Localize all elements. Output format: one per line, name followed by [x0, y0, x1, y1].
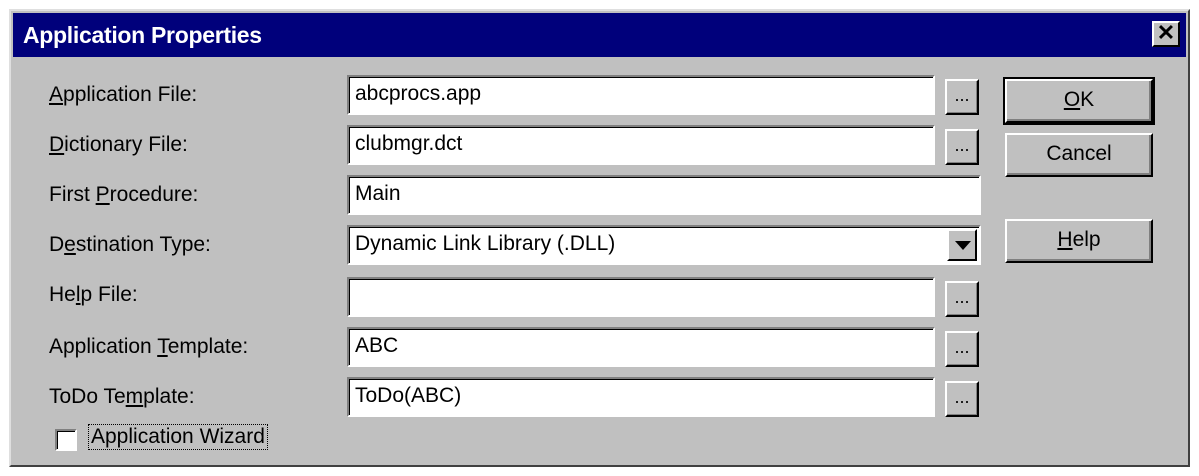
todo-template-input[interactable]: ToDo(ABC): [347, 377, 935, 417]
title-bar[interactable]: Application Properties ✕: [13, 13, 1186, 57]
application-wizard-checkbox[interactable]: [55, 429, 77, 451]
close-button[interactable]: ✕: [1152, 21, 1180, 47]
destination-type-dropdown-button[interactable]: [947, 229, 977, 261]
dictionary-file-browse-button[interactable]: ...: [945, 129, 979, 165]
application-wizard-label[interactable]: Application Wizard: [88, 424, 268, 450]
chevron-down-icon: [955, 241, 971, 250]
todo-template-browse-button[interactable]: ...: [945, 381, 979, 417]
destination-type-label: Destination Type:: [49, 233, 211, 256]
help-button[interactable]: Help: [1005, 219, 1153, 263]
help-file-input[interactable]: [347, 277, 935, 317]
application-file-browse-button[interactable]: ...: [945, 79, 979, 115]
help-file-label: Help File:: [49, 283, 138, 306]
first-procedure-input[interactable]: Main: [347, 175, 981, 215]
ok-button[interactable]: OK: [1003, 77, 1155, 125]
help-file-browse-button[interactable]: ...: [945, 281, 979, 317]
dictionary-file-label: Dictionary File:: [49, 133, 188, 156]
destination-type-select[interactable]: Dynamic Link Library (.DLL): [347, 225, 981, 265]
destination-type-value: Dynamic Link Library (.DLL): [355, 232, 616, 255]
first-procedure-label: First Procedure:: [49, 183, 199, 206]
dictionary-file-input[interactable]: clubmgr.dct: [347, 125, 935, 165]
application-file-label: Application File:: [49, 83, 198, 106]
todo-template-label: ToDo Template:: [49, 385, 195, 408]
close-icon: ✕: [1156, 20, 1176, 45]
application-template-browse-button[interactable]: ...: [945, 331, 979, 367]
application-template-label: Application Template:: [49, 335, 249, 358]
application-properties-dialog: Application Properties ✕ Application Fil…: [9, 9, 1190, 467]
application-template-input[interactable]: ABC: [347, 327, 935, 367]
dialog-title: Application Properties: [23, 22, 262, 48]
application-file-input[interactable]: abcprocs.app: [347, 75, 935, 115]
cancel-button[interactable]: Cancel: [1005, 133, 1153, 177]
